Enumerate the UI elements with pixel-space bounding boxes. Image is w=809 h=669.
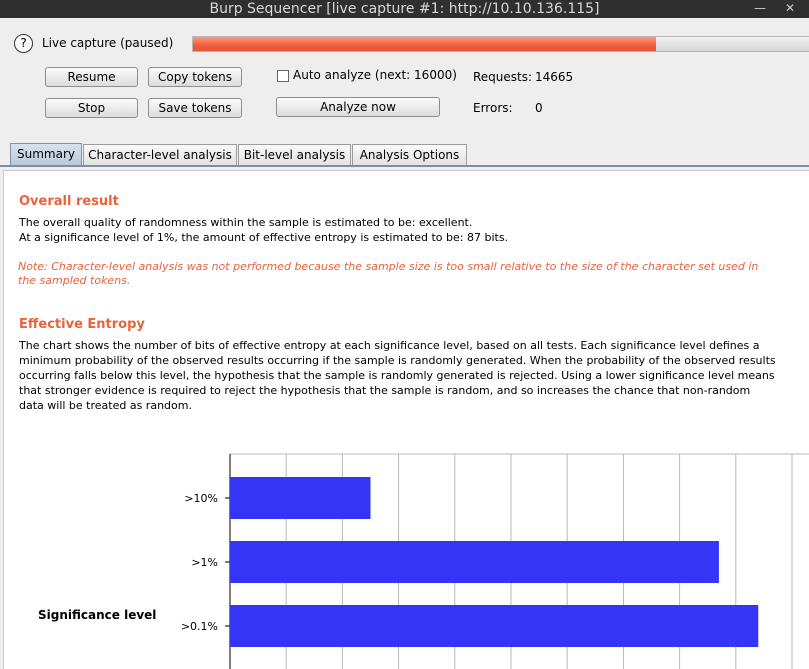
requests-label: Requests: [473,70,533,84]
stop-button[interactable]: Stop [45,98,138,118]
live-capture-status: Live capture (paused) [42,36,174,50]
capture-progress-fill [193,37,657,51]
y-tick-label: >10% [184,492,218,505]
tab-bit-level-analysis[interactable]: Bit-level analysis [238,144,351,165]
auto-analyze-label: Auto analyze (next: 16000) [293,68,457,82]
bar [230,477,371,519]
copy-tokens-button[interactable]: Copy tokens [148,67,242,87]
bar [230,605,759,647]
tab-character-level-analysis[interactable]: Character-level analysis [83,144,237,165]
tab-analysis-options[interactable]: Analysis Options [352,144,467,165]
capture-progress-bar [192,36,809,52]
save-tokens-button[interactable]: Save tokens [148,98,242,118]
minimize-icon[interactable]: — [754,0,766,18]
summary-panel: Overall result The overall quality of ra… [3,170,809,669]
window-title: Burp Sequencer [live capture #1: http://… [209,1,600,17]
requests-value: 14665 [535,70,574,84]
auto-analyze-checkbox[interactable] [277,70,289,82]
tab-summary[interactable]: Summary [10,143,82,166]
help-icon[interactable]: ? [14,34,33,53]
resume-button[interactable]: Resume [45,67,138,87]
y-tick-label: >0.1% [181,620,218,633]
y-axis-title: Significance level [38,608,156,622]
errors-label: Errors: [473,101,513,115]
y-tick-label: >1% [191,556,218,569]
tab-divider [0,165,809,167]
analyze-now-button[interactable]: Analyze now [276,97,440,117]
window-titlebar: Burp Sequencer [live capture #1: http://… [0,0,809,18]
close-icon[interactable]: ✕ [785,0,795,18]
analysis-tabs: Summary Character-level analysis Bit-lev… [0,143,809,166]
errors-value: 0 [535,101,543,115]
effective-entropy-chart: >10% >1% >0.1% Significance level [38,453,809,669]
bar [230,541,719,583]
